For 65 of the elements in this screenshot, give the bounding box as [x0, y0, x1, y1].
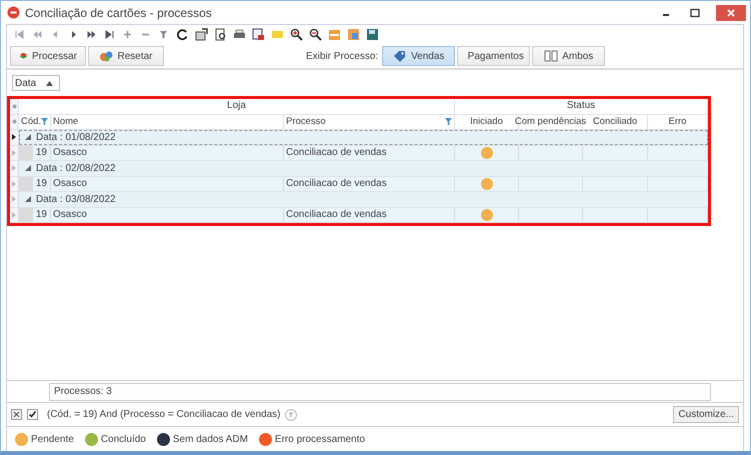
column-header[interactable]: Erro [648, 114, 708, 129]
table-cell: 19 [19, 176, 51, 191]
table-cell: 19 [19, 208, 51, 222]
report-icon[interactable] [252, 28, 265, 41]
save-icon[interactable] [366, 28, 379, 41]
maximize-icon[interactable] [690, 8, 700, 18]
close-icon [727, 8, 735, 16]
legend-label: Erro processamento [274, 434, 365, 444]
close-button[interactable] [716, 4, 746, 20]
sort-up-icon [46, 80, 54, 86]
right-arrow-icon[interactable] [69, 30, 78, 39]
zoom-in-icon[interactable] [290, 28, 303, 41]
band-header[interactable]: Status [455, 99, 708, 114]
view-toggle[interactable]: Pagamentos [457, 46, 530, 66]
group-label: Data : 02/08/2022 [36, 162, 116, 174]
table-cell: Osasco [51, 146, 284, 160]
column-header[interactable]: Cód. [19, 114, 51, 129]
view-toggle[interactable]: Vendas [382, 46, 456, 66]
app-icon [7, 6, 20, 19]
expand-triangle-icon[interactable] [25, 165, 31, 172]
printer-icon[interactable] [233, 28, 246, 41]
group-by-field[interactable]: Data [12, 75, 60, 91]
columns-icon [544, 50, 558, 62]
table-cell: Osasco [51, 208, 284, 222]
bullet-icon [12, 119, 16, 124]
document-search-icon[interactable] [214, 28, 227, 41]
legend-label: Pendente [31, 434, 74, 444]
shapes-icon [99, 50, 114, 62]
view-toggle[interactable]: Ambos [532, 46, 606, 66]
action-button[interactable]: Resetar [88, 46, 164, 66]
action-button[interactable]: Processar [10, 46, 86, 66]
checkbox[interactable] [27, 409, 38, 420]
close-filter-icon[interactable] [11, 409, 22, 420]
window-icon[interactable] [347, 28, 360, 41]
bullet-icon [12, 104, 16, 109]
legend-label: Sem dados ADM [172, 434, 248, 444]
skip-last-icon[interactable] [105, 30, 114, 39]
plus-icon[interactable] [123, 30, 132, 39]
row-indicator-icon [12, 180, 16, 187]
summary-cell: Processos: 3 [49, 382, 711, 400]
group-label: Data : 03/08/2022 [36, 194, 116, 205]
zoom-out-icon[interactable] [309, 28, 322, 41]
table-cell: Conciliacao de vendas [284, 146, 455, 160]
row-indicator-icon [12, 150, 16, 156]
row-indicator-icon [12, 212, 16, 218]
expand-triangle-icon[interactable] [25, 134, 31, 140]
filter-icon[interactable] [159, 30, 168, 39]
column-header[interactable]: Nome [51, 114, 284, 129]
customize-button[interactable]: Customize... [673, 406, 739, 423]
table-cell: Conciliacao de vendas [284, 208, 455, 222]
table-cell: Conciliacao de vendas [284, 176, 455, 191]
double-right-icon[interactable] [87, 30, 96, 39]
view-label: Exibir Processo: [306, 50, 378, 62]
refresh-icon[interactable] [176, 28, 189, 41]
legend-label: Concluído [100, 434, 146, 444]
expand-triangle-icon[interactable] [25, 196, 31, 202]
table-cell: Osasco [51, 176, 284, 191]
band-header[interactable]: Loja [19, 99, 455, 114]
table-cell: 19 [19, 146, 51, 160]
column-header[interactable]: Processo [284, 114, 455, 129]
tag-icon [393, 50, 408, 62]
group-label: Data : 01/08/2022 [36, 132, 116, 143]
export-icon[interactable] [195, 28, 208, 41]
window-title: Conciliação de cartões - processos [25, 6, 212, 20]
filter-expression: (Cód. = 19) And (Processo = Conciliacao de vendas) [47, 409, 280, 420]
